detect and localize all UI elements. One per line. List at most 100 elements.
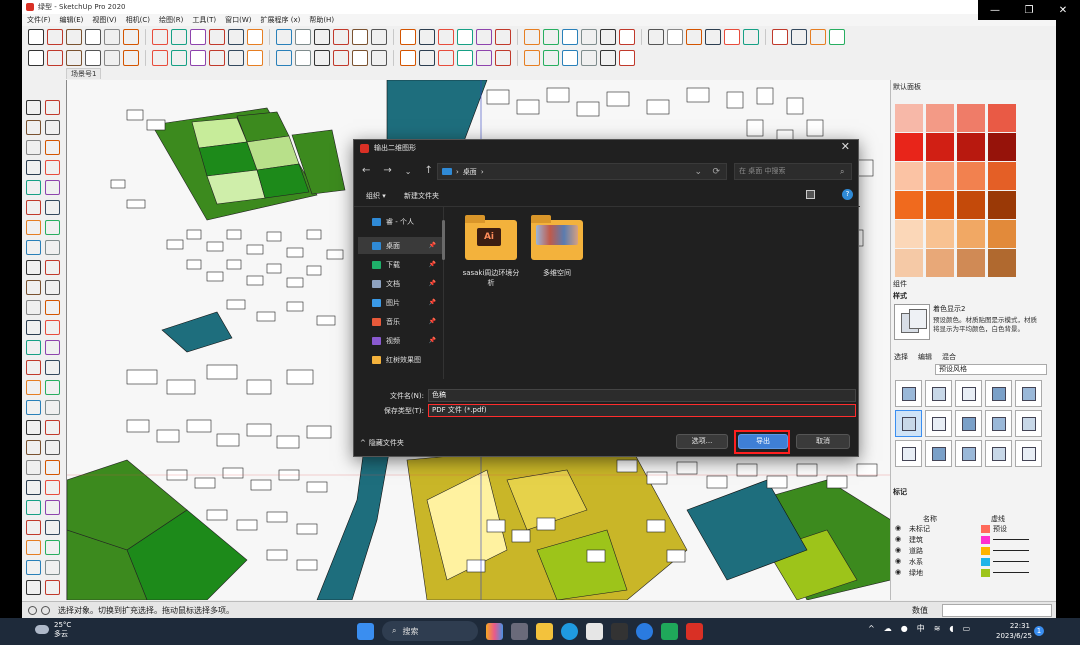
view-options-icon[interactable] <box>806 190 815 199</box>
style-thumbnail[interactable] <box>925 410 952 437</box>
weather-widget[interactable]: 25°C 多云 <box>35 621 71 639</box>
address-bar[interactable]: › 桌面 › ⌄ ⟳ <box>437 163 727 180</box>
material-swatch[interactable] <box>988 191 1016 219</box>
chevron-up-icon[interactable]: ^ <box>868 624 875 633</box>
measurements-box[interactable] <box>942 603 1052 617</box>
main-tool-icon[interactable] <box>314 29 330 45</box>
menu-item[interactable]: 窗口(W) <box>225 15 251 25</box>
secondary-tool-icon[interactable] <box>457 50 473 66</box>
tag-name[interactable]: 绿地 <box>909 568 923 578</box>
style-thumbnail[interactable] <box>955 410 982 437</box>
left-tool-icon[interactable] <box>26 280 41 295</box>
main-tool-icon[interactable] <box>152 29 168 45</box>
left-tool-icon[interactable] <box>45 300 60 315</box>
main-tool-icon[interactable] <box>495 29 511 45</box>
visibility-eye-icon[interactable]: ◉ <box>895 557 901 565</box>
tag-name[interactable]: 道路 <box>909 546 923 556</box>
menu-item[interactable]: 文件(F) <box>27 15 51 25</box>
nav-item[interactable]: 红树效果图 <box>358 351 442 368</box>
left-tool-icon[interactable] <box>26 200 41 215</box>
main-tool-icon[interactable] <box>581 29 597 45</box>
material-swatch[interactable] <box>926 191 954 219</box>
left-tool-icon[interactable] <box>26 480 41 495</box>
ime-indicator[interactable]: 中 <box>917 623 925 634</box>
menu-item[interactable]: 扩展程序 (x) <box>260 15 300 25</box>
secondary-tool-icon[interactable] <box>247 50 263 66</box>
left-tool-icon[interactable] <box>45 240 60 255</box>
maximize-icon[interactable]: ❐ <box>1012 0 1046 20</box>
secondary-tool-icon[interactable] <box>562 50 578 66</box>
secondary-tool-icon[interactable] <box>104 50 120 66</box>
left-tool-icon[interactable] <box>26 340 41 355</box>
store-icon[interactable] <box>586 622 603 640</box>
main-tool-icon[interactable] <box>419 29 435 45</box>
left-tool-icon[interactable] <box>45 580 60 595</box>
chevron-down-icon[interactable]: ⌄ <box>405 165 412 178</box>
style-thumbnail[interactable] <box>895 410 922 437</box>
refresh-icon[interactable]: ⟳ <box>712 167 720 177</box>
browser-icon[interactable] <box>636 622 653 640</box>
secondary-tool-icon[interactable] <box>228 50 244 66</box>
left-tool-icon[interactable] <box>45 540 60 555</box>
left-tool-icon[interactable] <box>26 360 41 375</box>
taskbar-search[interactable]: ⌕ 搜索 <box>382 621 478 641</box>
main-tool-icon[interactable] <box>743 29 759 45</box>
main-tool-icon[interactable] <box>476 29 492 45</box>
style-thumbnail[interactable] <box>985 380 1012 407</box>
file-explorer-icon[interactable] <box>536 622 553 640</box>
components-header[interactable]: 组件 <box>893 280 907 289</box>
help-icon[interactable]: ? <box>842 189 853 200</box>
material-swatch[interactable] <box>957 220 985 248</box>
main-tool-icon[interactable] <box>438 29 454 45</box>
left-tool-icon[interactable] <box>26 160 41 175</box>
tag-color[interactable] <box>981 536 990 544</box>
visibility-eye-icon[interactable]: ◉ <box>895 546 901 554</box>
left-tool-icon[interactable] <box>26 180 41 195</box>
back-arrow-icon[interactable]: ← <box>362 165 370 178</box>
tag-name[interactable]: 未标记 <box>909 524 930 534</box>
left-tool-icon[interactable] <box>45 340 60 355</box>
app-icon[interactable] <box>611 622 628 640</box>
left-tool-icon[interactable] <box>26 500 41 515</box>
left-tool-icon[interactable] <box>45 220 60 235</box>
secondary-tool-icon[interactable] <box>419 50 435 66</box>
material-swatch[interactable] <box>957 133 985 161</box>
left-tool-icon[interactable] <box>26 100 41 115</box>
main-tool-icon[interactable] <box>228 29 244 45</box>
main-tool-icon[interactable] <box>791 29 807 45</box>
style-tab[interactable]: 编辑 <box>918 352 932 362</box>
main-tool-icon[interactable] <box>123 29 139 45</box>
secondary-tool-icon[interactable] <box>152 50 168 66</box>
secondary-tool-icon[interactable] <box>400 50 416 66</box>
dialog-close-icon[interactable]: ✕ <box>841 140 850 153</box>
left-tool-icon[interactable] <box>45 200 60 215</box>
left-tool-icon[interactable] <box>45 560 60 575</box>
cloud-sync-icon[interactable]: ☁ <box>884 624 892 633</box>
nav-item[interactable]: 文档 📌 <box>358 275 442 292</box>
secondary-tool-icon[interactable] <box>371 50 387 66</box>
style-thumbnail[interactable] <box>985 410 1012 437</box>
material-swatch[interactable] <box>926 133 954 161</box>
mic-icon[interactable]: ● <box>901 624 908 633</box>
edge-icon[interactable] <box>561 622 578 640</box>
menu-item[interactable]: 帮助(H) <box>309 15 334 25</box>
filename-input[interactable]: 色稿 <box>428 389 856 402</box>
material-swatch[interactable] <box>988 133 1016 161</box>
speaker-icon[interactable]: ◖ <box>949 624 953 633</box>
main-tool-icon[interactable] <box>457 29 473 45</box>
main-tool-icon[interactable] <box>543 29 559 45</box>
main-tool-icon[interactable] <box>648 29 664 45</box>
main-tool-icon[interactable] <box>295 29 311 45</box>
left-tool-icon[interactable] <box>26 520 41 535</box>
main-tool-icon[interactable] <box>686 29 702 45</box>
material-swatch[interactable] <box>988 162 1016 190</box>
secondary-tool-icon[interactable] <box>123 50 139 66</box>
left-tool-icon[interactable] <box>45 160 60 175</box>
material-swatch[interactable] <box>957 191 985 219</box>
left-tool-icon[interactable] <box>26 540 41 555</box>
notification-badge[interactable]: 1 <box>1034 626 1044 636</box>
visibility-eye-icon[interactable]: ◉ <box>895 535 901 543</box>
nav-scrollbar[interactable] <box>442 220 445 260</box>
menu-item[interactable]: 绘图(R) <box>159 15 183 25</box>
left-tool-icon[interactable] <box>45 440 60 455</box>
